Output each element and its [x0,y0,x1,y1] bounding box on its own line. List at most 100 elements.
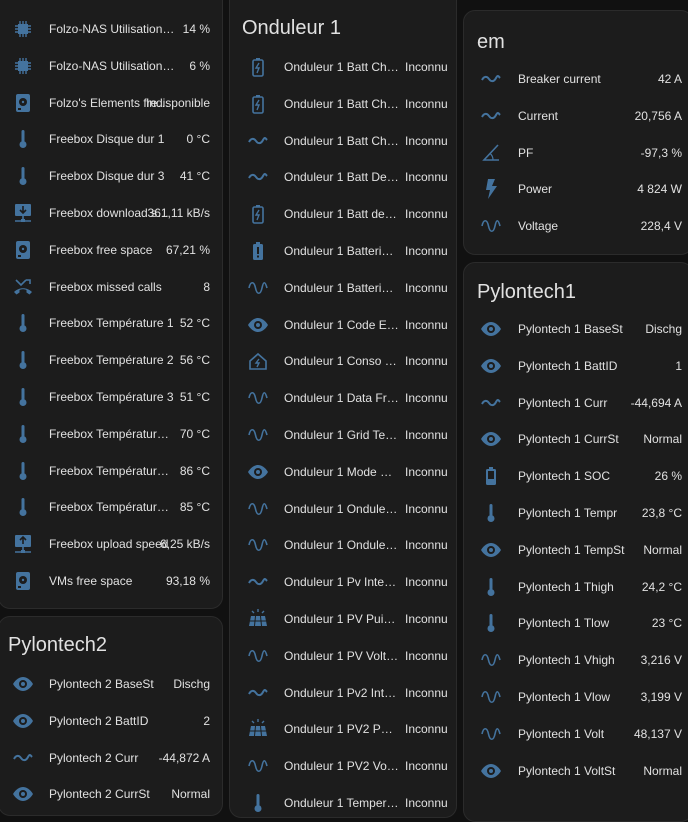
entity-value: -44,694 A [630,395,682,410]
entity-row[interactable]: Voltage 228,4 V [464,208,688,244]
entity-row[interactable]: Folzo-NAS Utilisation du processeur 14 % [0,11,222,47]
entity-row[interactable]: Onduleur 1 Pv Intensite Inconnu [230,564,456,600]
entity-row[interactable]: Current 20,756 A [464,98,688,134]
entity-row[interactable]: Freebox download speed 361,11 kB/s [0,195,222,231]
entity-row[interactable]: Onduleur 1 Batt decharge Voltage Inconnu [230,196,456,232]
current-ac-icon [246,570,270,594]
entity-row[interactable]: Onduleur 1 PV2 Voltage Inconnu [230,748,456,784]
entity-row[interactable]: Pylontech 1 Curr -44,694 A [464,385,688,421]
entity-row[interactable]: Onduleur 1 Mode Solaire Inconnu [230,454,456,490]
upload-network-icon [11,532,35,556]
home-lightning-icon [246,349,270,373]
entity-label: Onduleur 1 Pv Intensite [284,575,399,590]
entity-row[interactable]: Pylontech 1 Tempr 23,8 °C [464,495,688,531]
battery-charging-icon [246,55,270,79]
entity-value: Inconnu [405,538,448,553]
entity-row[interactable]: Pylontech 2 CurrSt Normal [0,776,222,812]
em-card: em Breaker current 42 A Current 20,756 A PF -… [463,10,688,255]
entity-row[interactable]: Pylontech 2 BaseSt Dischg [0,666,222,702]
entity-row[interactable]: Pylontech 1 BaseSt Dischg [464,311,688,347]
entity-row[interactable]: PF -97,3 % [464,135,688,171]
entity-label: Freebox Température 3 [49,390,174,404]
entity-row[interactable]: Pylontech 1 VoltSt Normal [464,753,688,789]
entity-value: 2 [203,713,210,728]
sine-wave-icon [246,754,270,778]
solar-power-icon [246,607,270,631]
chip-icon [11,17,35,41]
sine-wave-icon [479,214,503,238]
entity-row[interactable]: Onduleur 1 Batterie Capacite Inconnu [230,233,456,269]
entity-row[interactable]: Freebox Disque dur 3 41 °C [0,158,222,194]
entity-row[interactable]: Onduleur 1 Onduleur-Frequence Inconnu [230,527,456,563]
current-ac-icon [479,391,503,415]
entity-row[interactable]: Onduleur 1 Batt Decharge Current Inconnu [230,159,456,195]
entity-label: Freebox Température CPU M [49,500,175,515]
angle-acute-icon [479,141,503,165]
entity-row[interactable]: Onduleur 1 PV2 Puissance Inconnu [230,711,456,747]
entity-label: Pylontech 1 CurrSt [518,432,619,447]
entity-row[interactable]: Pylontech 1 SOC 26 % [464,458,688,494]
entity-label: Onduleur 1 Batterie Voltage [284,280,399,295]
entity-row[interactable]: Onduleur 1 Grid Tension Inconnu [230,417,456,453]
entity-row[interactable]: Breaker current 42 A [464,61,688,97]
entity-value: Inconnu [405,280,448,295]
entity-row[interactable]: Onduleur 1 Batt Charge Current Inconnu [230,49,456,85]
thermometer-icon [479,501,503,525]
entity-row[interactable]: Pylontech 2 BattID 2 [0,703,222,739]
entity-label: Pylontech 2 BattID [49,713,149,728]
entity-label: PF [518,145,534,160]
entity-row[interactable]: Freebox Disque dur 1 0 °C [0,121,222,157]
entity-row[interactable]: Freebox Température CPU B 70 °C [0,416,222,452]
battery-icon [479,464,503,488]
entity-value: Normal [643,542,682,557]
battery-alert-icon [246,239,270,263]
entity-row[interactable]: Pylontech 1 Vlow 3,199 V [464,679,688,715]
entity-row[interactable]: Onduleur 1 Batterie Voltage Inconnu [230,270,456,306]
entity-row[interactable]: Freebox Température 1 52 °C [0,305,222,341]
entity-row[interactable]: Folzo-NAS Utilisation du processeur 6 % [0,48,222,84]
entity-row[interactable]: Pylontech 1 CurrSt Normal [464,421,688,457]
entity-row[interactable]: VMs free space 93,18 % [0,563,222,599]
entity-label: Freebox free space [49,242,153,257]
entity-value: 48,137 V [633,726,682,741]
entity-row[interactable]: Onduleur 1 Code Erreur Inconnu [230,307,456,343]
entity-row[interactable]: Freebox upload speed 6,25 kB/s [0,526,222,562]
entity-row[interactable]: Freebox missed calls 8 [0,269,222,305]
entity-row[interactable]: Onduleur 1 Temperature Inconnu [230,785,456,817]
entity-label: Pylontech 1 VoltSt [518,763,616,778]
thermometer-icon [479,611,503,635]
entity-row[interactable]: Onduleur 1 Batt Charge Current Inconnu [230,123,456,159]
entity-value: Inconnu [405,391,448,406]
entity-row[interactable]: Onduleur 1 Data Frequence Inconnu [230,380,456,416]
entity-row[interactable]: Freebox Température CPU L 86 °C [0,453,222,489]
entity-value: Inconnu [405,759,448,774]
entity-row[interactable]: Onduleur 1 PV Voltage Inconnu [230,638,456,674]
sine-wave-icon [246,497,270,521]
entity-label: Onduleur 1 Temperature [284,796,399,810]
entity-row[interactable]: Pylontech 1 Tlow 23 °C [464,605,688,641]
entity-row[interactable]: Freebox Température 2 56 °C [0,342,222,378]
entity-row[interactable]: Onduleur 1 Batt Charge Voltage Inconnu [230,86,456,122]
entity-row[interactable]: Pylontech 2 Curr -44,872 A [0,740,222,776]
entity-row[interactable]: Freebox free space 67,21 % [0,232,222,268]
entity-row[interactable]: Onduleur 1 Conso Maison Inconnu [230,343,456,379]
entity-row[interactable]: Pylontech 1 Vhigh 3,216 V [464,642,688,678]
entity-row[interactable]: Freebox Température 3 51 °C [0,379,222,415]
entity-row[interactable]: Power 4 824 W [464,171,688,207]
entity-value: Inconnu [405,575,448,590]
entity-row[interactable]: Pylontech 1 Volt 48,137 V [464,716,688,752]
entity-row[interactable]: Pylontech 1 Thigh 24,2 °C [464,569,688,605]
entity-value: Inconnu [405,170,448,185]
entity-value: Inconnu [405,428,448,442]
entity-value: Inconnu [405,317,448,332]
entity-row[interactable]: Freebox Température CPU M 85 °C [0,489,222,525]
entity-row[interactable]: Onduleur 1 Onduleur Tension Inconnu [230,491,456,527]
entity-label: Breaker current [518,72,601,86]
entity-label: Pylontech 1 Tempr [518,506,618,520]
entity-row[interactable]: Onduleur 1 Pv2 Intensite Inconnu [230,675,456,711]
entity-row[interactable]: Onduleur 1 PV Puissance Inconnu [230,601,456,637]
entity-row[interactable]: Pylontech 1 TempSt Normal [464,532,688,568]
entity-row[interactable]: Pylontech 1 BattID 1 [464,348,688,384]
entity-value: Inconnu [405,96,448,111]
entity-row[interactable]: Folzo's Elements free spaceIndisponible [0,85,222,121]
